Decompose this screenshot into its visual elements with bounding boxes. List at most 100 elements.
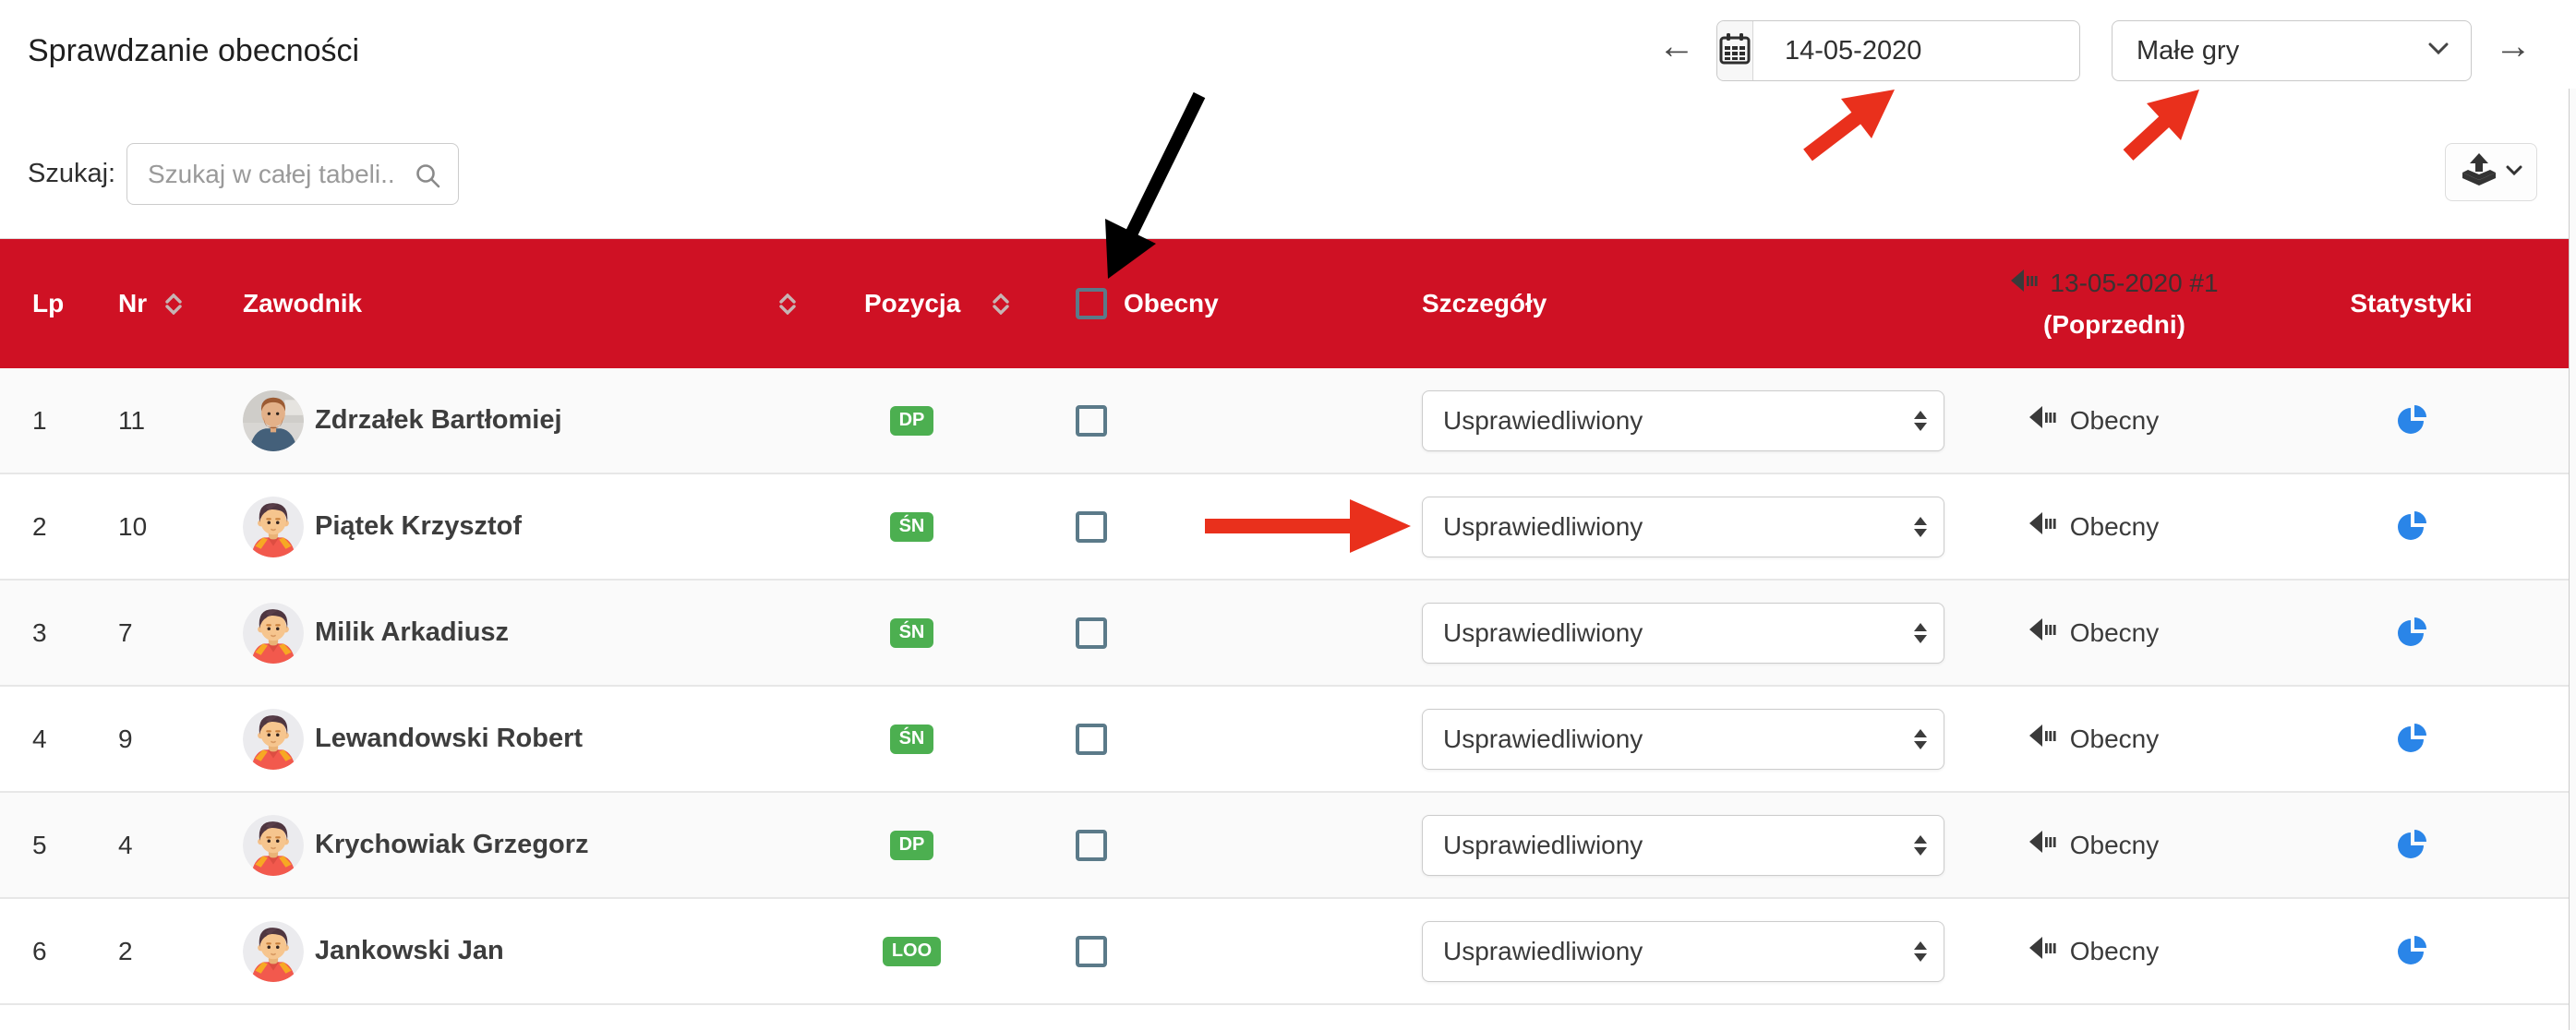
header-present: Obecny [1020, 239, 1325, 368]
sort-arrows-nr[interactable] [165, 293, 182, 315]
header-player: Zawodnik [226, 239, 803, 368]
row-nr: 11 [102, 368, 226, 473]
header-previous-date: 13-05-2020 #1 [2050, 269, 2218, 298]
table-row: 4 9 Lewandowski Robert ŚN Usprawiedliwio… [0, 687, 2570, 793]
row-nr: 7 [102, 581, 226, 685]
calendar-icon [1717, 31, 1752, 71]
player-avatar [243, 815, 304, 876]
step-backward-icon [2028, 617, 2057, 648]
sort-arrows-player[interactable] [779, 293, 796, 315]
next-day-arrow-button[interactable]: → [2495, 28, 2532, 65]
position-badge: DP [890, 831, 934, 860]
pie-chart-icon[interactable] [2396, 724, 2427, 755]
previous-status: Obecny [2070, 725, 2160, 754]
details-select[interactable]: Usprawiedliwiony [1422, 815, 1944, 876]
attendance-page: Sprawdzanie obecności ← Małe gry [0, 0, 2576, 1030]
pie-chart-icon[interactable] [2396, 936, 2427, 967]
row-nr: 9 [102, 687, 226, 791]
header-nr-label: Nr [118, 289, 147, 318]
row-lp: 5 [0, 793, 102, 897]
red-annotation-arrow-date [1808, 90, 1895, 155]
details-select[interactable]: Usprawiedliwiony [1422, 709, 1944, 770]
table-header-row: Lp Nr Zawodnik Pozycja Obecny Szczegóły [0, 239, 2570, 368]
sort-arrows-position[interactable] [993, 293, 1009, 315]
details-select-value: Usprawiedliwiony [1443, 512, 1643, 542]
header-lp: Lp [0, 239, 102, 368]
row-nr: 2 [102, 899, 226, 1003]
previous-day-arrow-button[interactable]: ← [1658, 28, 1695, 65]
present-checkbox[interactable] [1076, 511, 1107, 543]
step-backward-icon [2028, 724, 2057, 754]
pie-chart-icon[interactable] [2396, 830, 2427, 861]
step-backward-icon [2028, 511, 2057, 542]
details-select[interactable]: Usprawiedliwiony [1422, 921, 1944, 982]
details-select-value: Usprawiedliwiony [1443, 831, 1643, 860]
step-backward-icon [2028, 830, 2057, 860]
search-icon [414, 162, 441, 194]
pie-chart-icon[interactable] [2396, 511, 2427, 543]
details-select[interactable]: Usprawiedliwiony [1422, 603, 1944, 664]
select-spinner-icon [1914, 729, 1927, 749]
step-backward-icon [2028, 405, 2057, 436]
row-lp: 2 [0, 474, 102, 579]
chevron-down-icon [2428, 42, 2449, 60]
player-name: Milik Arkadiusz [315, 617, 509, 648]
event-type-select[interactable]: Małe gry [2112, 20, 2472, 81]
table-row: 6 2 Jankowski Jan LOO Usprawiedliwiony O… [0, 899, 2570, 1005]
position-badge: LOO [883, 937, 941, 966]
calendar-button[interactable] [1717, 21, 1753, 80]
table-row: 3 7 Milik Arkadiusz ŚN Usprawiedliwiony … [0, 581, 2570, 687]
header-nr: Nr [102, 239, 226, 368]
select-spinner-icon [1914, 835, 1927, 856]
position-badge: DP [890, 406, 934, 436]
row-nr: 4 [102, 793, 226, 897]
search-input[interactable] [127, 144, 395, 204]
step-backward-icon [2010, 269, 2039, 299]
date-picker [1716, 20, 2080, 81]
select-all-checkbox[interactable] [1076, 288, 1107, 319]
details-select[interactable]: Usprawiedliwiony [1422, 497, 1944, 557]
position-badge: ŚN [890, 725, 934, 754]
page-title: Sprawdzanie obecności [28, 33, 359, 69]
select-spinner-icon [1914, 411, 1927, 431]
table-row: 1 11 Zdrzałek Bartłomiej DP Usprawiedliw… [0, 368, 2570, 474]
row-lp: 1 [0, 368, 102, 473]
player-avatar [243, 497, 304, 557]
player-name: Jankowski Jan [315, 936, 504, 966]
present-checkbox[interactable] [1076, 724, 1107, 755]
player-name: Krychowiak Grzegorz [315, 830, 589, 860]
present-checkbox[interactable] [1076, 936, 1107, 967]
table-row: 2 10 Piątek Krzysztof ŚN Usprawiedliwion… [0, 474, 2570, 581]
player-name: Lewandowski Robert [315, 724, 583, 754]
row-lp: 3 [0, 581, 102, 685]
previous-status: Obecny [2070, 406, 2160, 436]
previous-status: Obecny [2070, 937, 2160, 966]
present-checkbox[interactable] [1076, 617, 1107, 649]
details-select[interactable]: Usprawiedliwiony [1422, 390, 1944, 451]
select-spinner-icon [1914, 517, 1927, 537]
step-backward-icon [2028, 936, 2057, 966]
previous-status: Obecny [2070, 512, 2160, 542]
export-tray-icon [2460, 151, 2498, 193]
present-checkbox[interactable] [1076, 830, 1107, 861]
details-select-value: Usprawiedliwiony [1443, 937, 1643, 966]
export-button[interactable] [2445, 143, 2537, 201]
row-lp: 6 [0, 899, 102, 1003]
search-box [126, 143, 459, 205]
select-spinner-icon [1914, 941, 1927, 962]
select-spinner-icon [1914, 623, 1927, 643]
row-lp: 4 [0, 687, 102, 791]
header-details: Szczegóły [1325, 239, 1976, 368]
attendance-table: Lp Nr Zawodnik Pozycja Obecny Szczegóły [0, 238, 2570, 1005]
details-select-value: Usprawiedliwiony [1443, 618, 1643, 648]
details-select-value: Usprawiedliwiony [1443, 725, 1643, 754]
pie-chart-icon[interactable] [2396, 617, 2427, 649]
present-checkbox[interactable] [1076, 405, 1107, 437]
player-avatar [243, 603, 304, 664]
scrollbar-track[interactable] [2569, 89, 2576, 1030]
previous-status: Obecny [2070, 831, 2160, 860]
pie-chart-icon[interactable] [2396, 405, 2427, 437]
date-input[interactable] [1753, 21, 2133, 80]
player-name: Zdrzałek Bartłomiej [315, 405, 562, 436]
header-position-label: Pozycja [864, 289, 960, 318]
